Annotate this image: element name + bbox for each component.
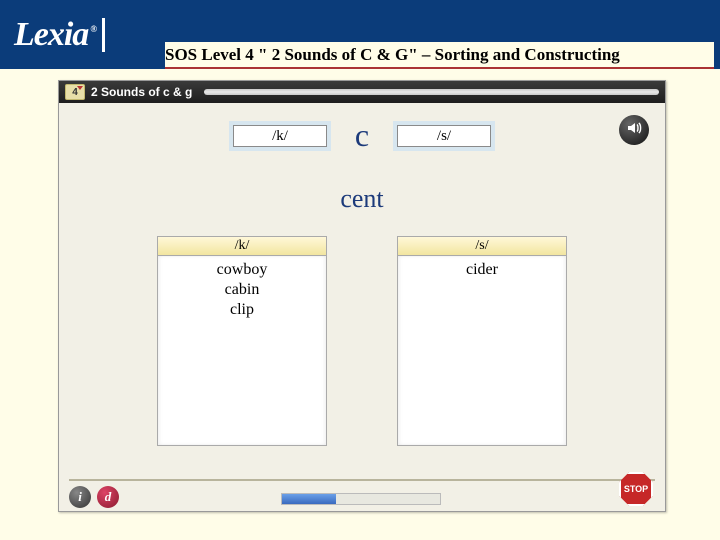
column-body-k: cowboy cabin clip [157, 256, 327, 446]
stop-label: STOP [624, 484, 648, 494]
sort-columns: /k/ cowboy cabin clip /s/ cider [59, 236, 665, 446]
current-word[interactable]: cent [59, 184, 665, 214]
sound-choice-k[interactable]: /k/ [233, 125, 327, 147]
activity-title: 2 Sounds of c & g [91, 85, 192, 99]
column-header-k: /k/ [157, 236, 327, 256]
divider [69, 479, 655, 481]
progress-bar [281, 493, 441, 505]
logo-text: Lexia [14, 16, 88, 53]
stop-icon: STOP [619, 472, 653, 506]
level-badge: 4 [65, 84, 85, 100]
page-title: SOS Level 4 " 2 Sounds of C & G" – Sorti… [165, 42, 714, 69]
play-sound-button[interactable] [619, 115, 649, 145]
bottom-toolbar: i d STOP [59, 483, 665, 511]
trademark: ® [90, 24, 96, 34]
speaker-icon [626, 120, 642, 141]
column-k[interactable]: /k/ cowboy cabin clip [157, 236, 327, 446]
sound-choice-row: /k/ c /s/ [59, 117, 665, 154]
detail-button[interactable]: d [97, 486, 119, 508]
activity-titlebar: 4 2 Sounds of c & g [59, 81, 665, 103]
progress-fill [282, 494, 336, 504]
column-header-s: /s/ [397, 236, 567, 256]
target-letter: c [347, 117, 377, 154]
dropdown-arrow-icon [77, 86, 83, 90]
slide-header: Lexia® SOS Level 4 " 2 Sounds of C & G" … [0, 0, 720, 69]
column-body-s: cider [397, 256, 567, 446]
info-icon: i [78, 489, 82, 505]
sound-choice-s[interactable]: /s/ [397, 125, 491, 147]
stop-button[interactable]: STOP [617, 470, 655, 508]
titlebar-decoration [204, 89, 659, 95]
column-s[interactable]: /s/ cider [397, 236, 567, 446]
detail-icon: d [105, 489, 112, 505]
lexia-logo: Lexia® [12, 18, 105, 52]
activity-window: 4 2 Sounds of c & g /k/ c /s/ cent /k/ c… [58, 80, 666, 512]
info-button[interactable]: i [69, 486, 91, 508]
